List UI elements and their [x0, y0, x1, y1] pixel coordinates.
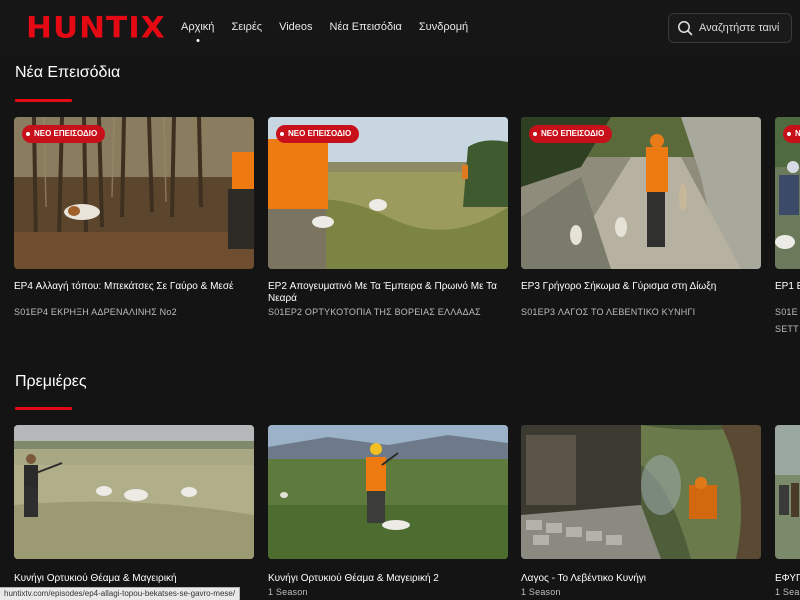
- series-seasons: 1 Sea: [775, 587, 800, 597]
- episode-card[interactable]: ΝΕΟ ΕΠΕΙΣΟΔΙΟ EP1 E Point S01E SETT: [775, 117, 800, 337]
- episode-thumbnail: ΝΕΟ ΕΠΕΙΣΟΔΙΟ: [14, 117, 254, 269]
- series-card[interactable]: ΕΦΥΓ 1 Sea: [775, 425, 800, 600]
- main-nav: Αρχική Σειρές Videos Νέα Επεισόδια Συνδρ…: [181, 21, 485, 33]
- series-thumbnail: [521, 425, 761, 559]
- episode-subtitle: S01EP4 ΕΚΡΗΞΗ ΑΔΡΕΝΑΛΙΝΗΣ Νο2: [14, 307, 177, 317]
- search-icon: [678, 21, 693, 36]
- episode-subtitle-extra: SETT: [775, 324, 799, 334]
- nav-home[interactable]: Αρχική: [181, 21, 214, 33]
- series-card[interactable]: Κυνήγι Ορτυκιού Θέαμα & Μαγειρική 2 1 Se…: [268, 425, 508, 600]
- episode-title: EP3 Γρήγορο Σήκωμα & Γύρισμα στη Δίωξη: [521, 281, 717, 292]
- series-thumbnail: [14, 425, 254, 559]
- section-underline: [15, 407, 72, 410]
- search-box[interactable]: Αναζητήστε ταινί: [668, 13, 792, 43]
- huntix-logo[interactable]: HUNTIX: [26, 13, 166, 43]
- new-episode-badge: ΝΕΟ ΕΠΕΙΣΟΔΙΟ: [22, 125, 106, 143]
- section-title-premieres: Πρεμιέρες: [15, 373, 87, 390]
- series-card[interactable]: Κυνήγι Ορτυκιού Θέαμα & Μαγειρική: [14, 425, 254, 600]
- search-input[interactable]: Αναζητήστε ταινί: [699, 22, 779, 34]
- episode-title: EP2 Απογευματινό Με Τα Έμπειρα & Πρωινό …: [268, 281, 497, 304]
- link-status-bar: huntixtv.com/episodes/ep4-allagi-topou-b…: [0, 587, 241, 600]
- episode-card[interactable]: ΝΕΟ ΕΠΕΙΣΟΔΙΟ EP4 Αλλαγή τόπου: Μπεκάτσε…: [14, 117, 254, 317]
- episode-subtitle: S01E: [775, 307, 798, 317]
- nav-series[interactable]: Σειρές: [231, 21, 262, 33]
- series-seasons: 1 Season: [268, 587, 308, 597]
- series-seasons: 1 Season: [521, 587, 561, 597]
- new-episode-badge: ΝΕΟ ΕΠΕΙΣΟΔΙΟ: [783, 125, 800, 143]
- section-title-new-episodes: Νέα Επεισόδια: [15, 64, 121, 81]
- top-header: HUNTIX Αρχική Σειρές Videos Νέα Επεισόδι…: [0, 0, 800, 56]
- series-title: ΕΦΥΓ: [775, 573, 800, 584]
- series-thumbnail: [268, 425, 508, 559]
- series-thumbnail: [775, 425, 800, 559]
- new-episode-badge: ΝΕΟ ΕΠΕΙΣΟΔΙΟ: [529, 125, 613, 143]
- episode-thumbnail: ΝΕΟ ΕΠΕΙΣΟΔΙΟ: [775, 117, 800, 269]
- series-card[interactable]: Λαγος - Το Λεβέντικο Κυνήγι 1 Season: [521, 425, 761, 600]
- episode-title: EP4 Αλλαγή τόπου: Μπεκάτσες Σε Γαύρο & Μ…: [14, 281, 234, 292]
- nav-videos[interactable]: Videos: [279, 21, 312, 33]
- episode-subtitle: S01EP3 ΛΑΓΟΣ ΤΟ ΛΕΒΕΝΤΙΚΟ ΚΥΝΗΓΙ: [521, 307, 696, 317]
- series-title: Κυνήγι Ορτυκιού Θέαμα & Μαγειρική 2: [268, 573, 439, 584]
- episode-card[interactable]: ΝΕΟ ΕΠΕΙΣΟΔΙΟ EP2 Απογευματινό Με Τα Έμπ…: [268, 117, 508, 317]
- episode-thumbnail: ΝΕΟ ΕΠΕΙΣΟΔΙΟ: [521, 117, 761, 269]
- series-title: Κυνήγι Ορτυκιού Θέαμα & Μαγειρική: [14, 573, 177, 584]
- episode-card[interactable]: ΝΕΟ ΕΠΕΙΣΟΔΙΟ EP3 Γρήγορο Σήκωμα & Γύρισ…: [521, 117, 761, 317]
- episode-title: EP1 E Point: [775, 281, 800, 292]
- episode-thumbnail: ΝΕΟ ΕΠΕΙΣΟΔΙΟ: [268, 117, 508, 269]
- new-episode-badge: ΝΕΟ ΕΠΕΙΣΟΔΙΟ: [276, 125, 360, 143]
- nav-new-episodes[interactable]: Νέα Επεισόδια: [330, 21, 402, 33]
- nav-subscription[interactable]: Συνδρομή: [419, 21, 468, 33]
- series-title: Λαγος - Το Λεβέντικο Κυνήγι: [521, 573, 647, 584]
- episode-subtitle: S01EP2 ΟΡΤΥΚΟΤΟΠΙΑ ΤΗΣ ΒΟΡΕΙΑΣ ΕΛΛΑΔΑΣ: [268, 307, 481, 317]
- section-underline: [15, 99, 72, 102]
